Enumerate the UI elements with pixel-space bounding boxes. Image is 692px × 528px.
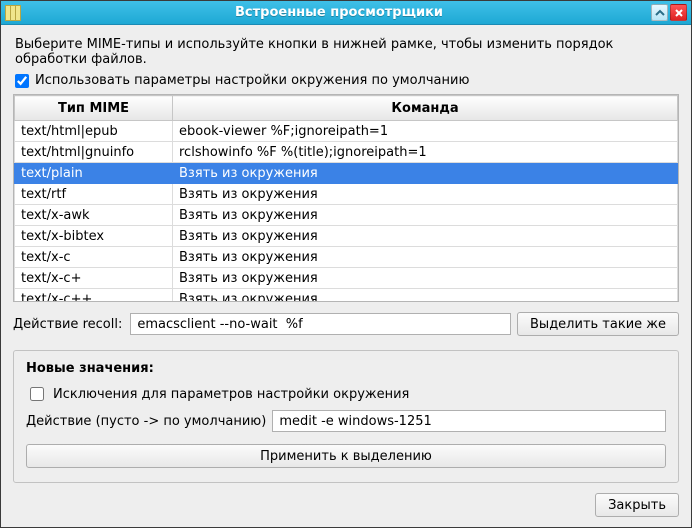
cell-cmd[interactable]: Взять из окружения [173, 268, 678, 289]
cell-cmd[interactable]: Взять из окружения [173, 205, 678, 226]
use-default-checkbox[interactable] [15, 74, 29, 88]
close-icon [674, 8, 684, 18]
cell-mime[interactable]: text/x-c++ [15, 289, 173, 303]
cell-mime[interactable]: text/x-awk [15, 205, 173, 226]
cell-cmd[interactable]: Взять из окружения [173, 184, 678, 205]
col-header-cmd[interactable]: Команда [173, 96, 678, 121]
recoll-action-input[interactable] [130, 313, 511, 335]
cell-mime[interactable]: text/rtf [15, 184, 173, 205]
new-values-title: Новые значения: [26, 361, 666, 376]
use-default-label: Использовать параметры настройки окружен… [35, 73, 469, 88]
cell-mime[interactable]: text/x-bibtex [15, 226, 173, 247]
table-row[interactable]: text/html|gnuinforclshowinfo %F %(title)… [15, 142, 678, 163]
cell-mime[interactable]: text/plain [15, 163, 173, 184]
action-label: Действие (пусто -> по умолчанию) [26, 414, 266, 429]
table-row[interactable]: text/plainВзять из окружения [15, 163, 678, 184]
col-header-mime[interactable]: Тип MIME [15, 96, 173, 121]
select-same-button[interactable]: Выделить такие же [517, 312, 679, 336]
new-values-group: Новые значения: Исключения для параметро… [13, 350, 679, 483]
window-title: Встроенные просмотрщики [27, 5, 651, 20]
app-icon [5, 5, 21, 21]
close-dialog-button[interactable]: Закрыть [595, 493, 679, 517]
apply-button[interactable]: Применить к выделению [26, 444, 666, 468]
cell-cmd[interactable]: Взять из окружения [173, 226, 678, 247]
table-row[interactable]: text/html|epubebook-viewer %F;ignoreipat… [15, 121, 678, 142]
mime-table-container[interactable]: Тип MIME Команда text/html|epubebook-vie… [13, 94, 679, 302]
use-default-row[interactable]: Использовать параметры настройки окружен… [15, 73, 677, 88]
cell-cmd[interactable]: Взять из окружения [173, 247, 678, 268]
cell-mime[interactable]: text/html|epub [15, 121, 173, 142]
table-row[interactable]: text/x-cВзять из окружения [15, 247, 678, 268]
titlebar[interactable]: Встроенные просмотрщики [1, 1, 691, 25]
cell-cmd[interactable]: Взять из окружения [173, 163, 678, 184]
table-row[interactable]: text/x-awkВзять из окружения [15, 205, 678, 226]
mime-table[interactable]: Тип MIME Команда text/html|epubebook-vie… [14, 95, 678, 302]
table-row[interactable]: text/rtfВзять из окружения [15, 184, 678, 205]
cell-mime[interactable]: text/html|gnuinfo [15, 142, 173, 163]
exceptions-label: Исключения для параметров настройки окру… [53, 387, 409, 402]
cell-mime[interactable]: text/x-c [15, 247, 173, 268]
chevron-up-icon [655, 8, 665, 18]
cell-mime[interactable]: text/x-c+ [15, 268, 173, 289]
cell-cmd[interactable]: Взять из окружения [173, 289, 678, 303]
maximize-button[interactable] [651, 4, 668, 21]
table-row[interactable]: text/x-c+Взять из окружения [15, 268, 678, 289]
action-input[interactable] [272, 410, 666, 432]
exceptions-checkbox[interactable] [30, 387, 44, 401]
instruction-text: Выберите MIME-типы и используйте кнопки … [15, 37, 677, 67]
exceptions-row[interactable]: Исключения для параметров настройки окру… [26, 384, 666, 404]
cell-cmd[interactable]: ebook-viewer %F;ignoreipath=1 [173, 121, 678, 142]
cell-cmd[interactable]: rclshowinfo %F %(title);ignoreipath=1 [173, 142, 678, 163]
table-row[interactable]: text/x-bibtexВзять из окружения [15, 226, 678, 247]
table-row[interactable]: text/x-c++Взять из окружения [15, 289, 678, 303]
close-button[interactable] [670, 4, 687, 21]
recoll-action-label: Действие recoll: [13, 317, 122, 332]
